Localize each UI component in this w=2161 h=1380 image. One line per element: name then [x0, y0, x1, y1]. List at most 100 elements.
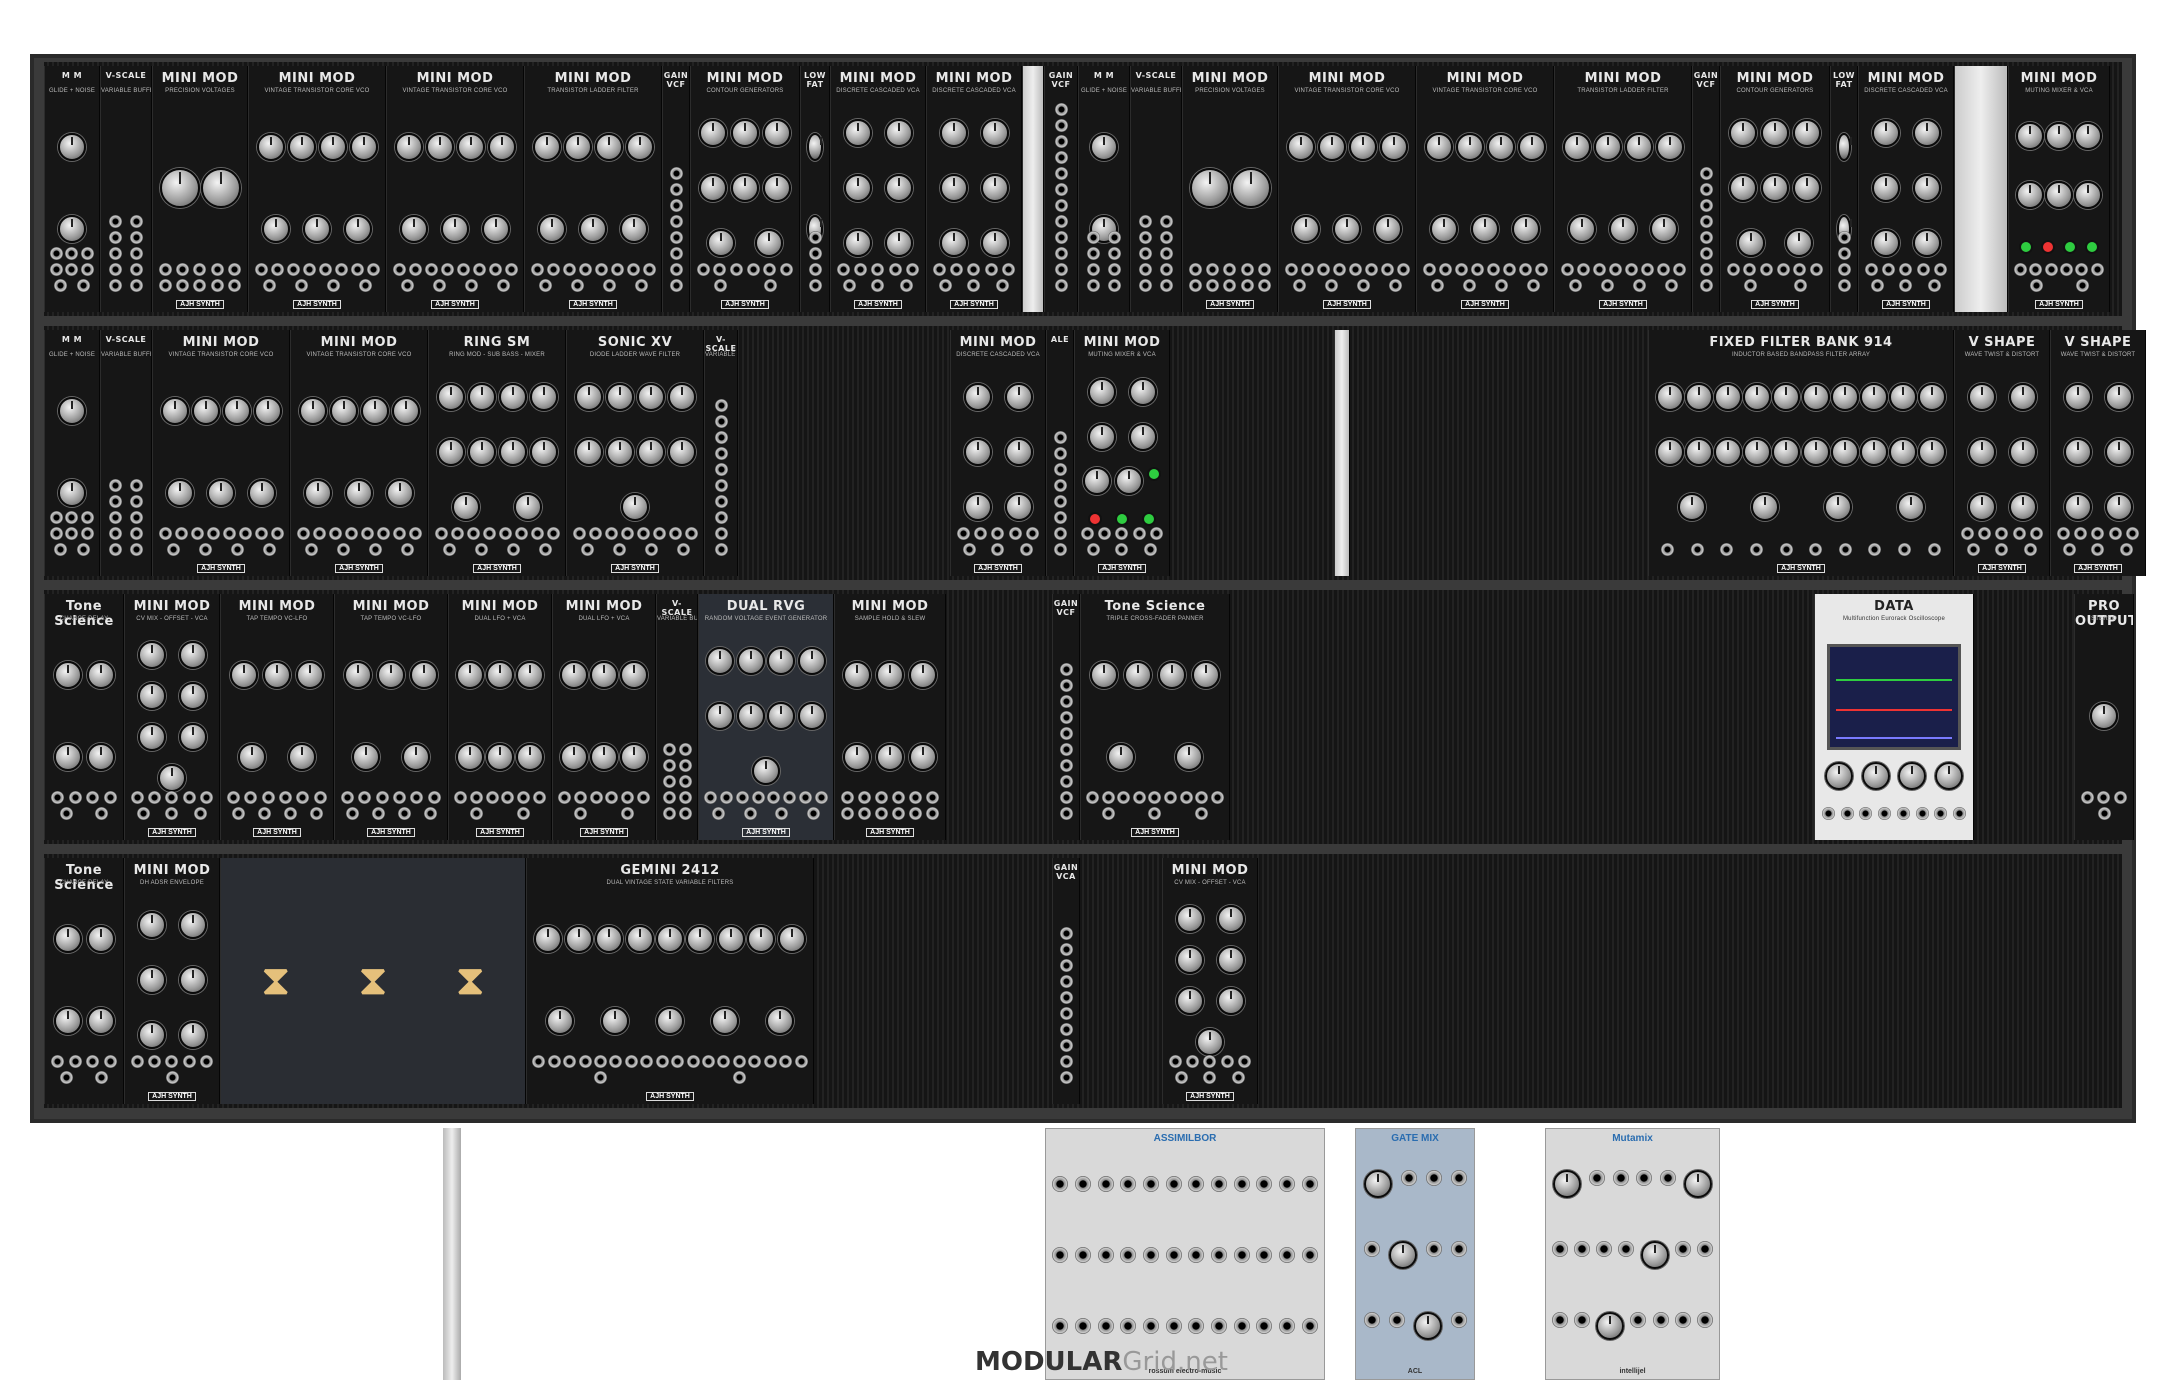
knob-icon[interactable] — [767, 647, 796, 676]
patch-jack-icon[interactable] — [474, 543, 488, 556]
knob-icon[interactable] — [605, 383, 634, 412]
patch-jack-icon[interactable] — [400, 279, 414, 292]
knob-icon[interactable] — [399, 215, 428, 243]
knob-icon[interactable] — [261, 215, 290, 243]
knob-icon[interactable] — [178, 911, 207, 940]
knob-icon[interactable] — [1286, 133, 1315, 161]
patch-jack-icon[interactable] — [230, 543, 244, 556]
patch-jack-icon[interactable] — [1132, 791, 1146, 804]
patch-jack-icon[interactable] — [1086, 543, 1100, 556]
patch-jack-icon[interactable] — [148, 791, 162, 804]
knob-icon[interactable] — [86, 1007, 115, 1035]
patch-jack-icon[interactable] — [1425, 1240, 1442, 1257]
knob-icon[interactable] — [53, 743, 82, 771]
patch-jack-icon[interactable] — [1916, 263, 1930, 276]
knob-icon[interactable] — [1912, 173, 1941, 202]
patch-jack-icon[interactable] — [472, 263, 486, 276]
knob-icon[interactable] — [86, 661, 115, 689]
patch-jack-icon[interactable] — [1332, 263, 1346, 276]
patch-jack-icon[interactable] — [926, 791, 939, 804]
patch-jack-icon[interactable] — [376, 527, 390, 540]
patch-jack-icon[interactable] — [669, 279, 683, 292]
patch-jack-icon[interactable] — [1810, 263, 1824, 276]
knob-icon[interactable] — [86, 743, 115, 771]
patch-jack-icon[interactable] — [714, 431, 728, 444]
patch-jack-icon[interactable] — [296, 527, 310, 540]
patch-jack-icon[interactable] — [1636, 1169, 1653, 1186]
patch-jack-icon[interactable] — [1953, 807, 1967, 820]
patch-jack-icon[interactable] — [130, 231, 143, 244]
patch-jack-icon[interactable] — [1301, 1246, 1318, 1263]
patch-jack-icon[interactable] — [1139, 231, 1152, 244]
knob-icon[interactable] — [1837, 133, 1852, 161]
patch-jack-icon[interactable] — [1726, 263, 1740, 276]
patch-jack-icon[interactable] — [50, 263, 64, 276]
knob-icon[interactable] — [2104, 383, 2133, 412]
knob-icon[interactable] — [1004, 383, 1033, 412]
patch-jack-icon[interactable] — [858, 807, 871, 820]
knob-icon[interactable] — [843, 119, 872, 148]
knob-icon[interactable] — [1175, 743, 1203, 771]
patch-jack-icon[interactable] — [176, 263, 190, 276]
patch-jack-icon[interactable] — [808, 231, 822, 244]
patch-jack-icon[interactable] — [996, 279, 1010, 292]
knob-icon[interactable] — [1889, 383, 1918, 412]
knob-icon[interactable] — [1517, 133, 1546, 161]
patch-jack-icon[interactable] — [1674, 1240, 1691, 1257]
patch-jack-icon[interactable] — [1059, 991, 1073, 1004]
patch-jack-icon[interactable] — [1148, 791, 1162, 804]
knob-icon[interactable] — [137, 681, 166, 710]
patch-jack-icon[interactable] — [1054, 167, 1068, 180]
patch-jack-icon[interactable] — [1837, 279, 1851, 292]
patch-jack-icon[interactable] — [1223, 279, 1237, 292]
knob-icon[interactable] — [58, 397, 86, 425]
patch-jack-icon[interactable] — [1148, 807, 1162, 820]
patch-jack-icon[interactable] — [991, 527, 1005, 540]
patch-jack-icon[interactable] — [1574, 1312, 1591, 1329]
knob-icon[interactable] — [1455, 133, 1484, 161]
knob-icon[interactable] — [360, 397, 389, 425]
knob-icon[interactable] — [349, 133, 378, 161]
patch-jack-icon[interactable] — [109, 215, 122, 228]
knob-icon[interactable] — [1230, 168, 1271, 208]
patch-jack-icon[interactable] — [1592, 263, 1606, 276]
knob-icon[interactable] — [200, 168, 241, 208]
patch-jack-icon[interactable] — [1809, 543, 1823, 556]
knob-icon[interactable] — [238, 743, 266, 771]
knob-icon[interactable] — [425, 133, 454, 161]
knob-icon[interactable] — [402, 743, 430, 771]
patch-jack-icon[interactable] — [1600, 279, 1614, 292]
patch-jack-icon[interactable] — [546, 527, 560, 540]
patch-jack-icon[interactable] — [350, 263, 364, 276]
patch-jack-icon[interactable] — [2097, 807, 2111, 820]
patch-jack-icon[interactable] — [1720, 543, 1734, 556]
knob-icon[interactable] — [344, 215, 373, 243]
patch-jack-icon[interactable] — [1612, 1169, 1629, 1186]
patch-jack-icon[interactable] — [1149, 527, 1163, 540]
knob-icon[interactable] — [53, 925, 82, 953]
knob-icon[interactable] — [456, 133, 485, 161]
patch-jack-icon[interactable] — [1195, 791, 1209, 804]
patch-jack-icon[interactable] — [1132, 527, 1146, 540]
patch-jack-icon[interactable] — [1388, 1312, 1405, 1329]
patch-jack-icon[interactable] — [1868, 543, 1882, 556]
patch-jack-icon[interactable] — [294, 279, 308, 292]
patch-jack-icon[interactable] — [1186, 1055, 1200, 1068]
patch-jack-icon[interactable] — [1656, 263, 1670, 276]
knob-icon[interactable] — [1918, 383, 1947, 412]
patch-jack-icon[interactable] — [358, 791, 372, 804]
patch-jack-icon[interactable] — [1933, 263, 1947, 276]
patch-jack-icon[interactable] — [1169, 1055, 1183, 1068]
patch-jack-icon[interactable] — [1750, 543, 1764, 556]
patch-jack-icon[interactable] — [231, 807, 245, 820]
knob-icon[interactable] — [620, 215, 649, 243]
knob-icon[interactable] — [621, 492, 649, 521]
patch-jack-icon[interactable] — [1059, 759, 1073, 772]
knob-icon[interactable] — [1889, 437, 1918, 466]
knob-icon[interactable] — [159, 168, 200, 208]
knob-icon[interactable] — [843, 661, 872, 689]
patch-jack-icon[interactable] — [1052, 1318, 1069, 1335]
patch-jack-icon[interactable] — [182, 791, 196, 804]
patch-jack-icon[interactable] — [176, 279, 190, 292]
knob-icon[interactable] — [707, 228, 735, 257]
